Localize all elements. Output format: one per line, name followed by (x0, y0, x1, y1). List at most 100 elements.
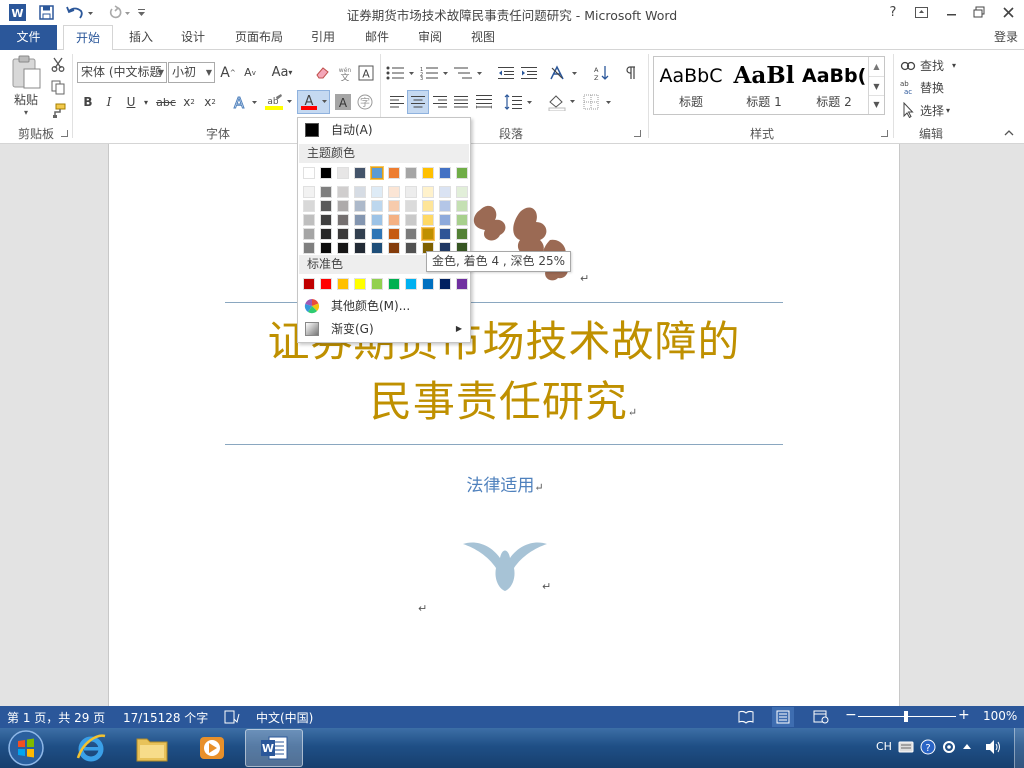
cut-button[interactable] (48, 54, 68, 74)
distributed-button[interactable] (473, 92, 495, 112)
theme-shade-swatch[interactable] (405, 200, 417, 212)
undo-icon[interactable] (64, 3, 94, 22)
theme-shade-swatch[interactable] (337, 186, 349, 198)
gallery-more-icon[interactable]: ▼ (869, 95, 884, 113)
theme-shade-swatch[interactable] (320, 242, 332, 254)
theme-shade-swatch[interactable] (337, 214, 349, 226)
theme-shade-swatch[interactable] (320, 186, 332, 198)
shading-button[interactable] (546, 92, 578, 112)
multilevel-list-button[interactable] (453, 62, 485, 83)
help-button[interactable]: ? (880, 2, 906, 22)
page-count[interactable]: 第 1 页，共 29 页 (7, 709, 105, 726)
show-formatting-marks-button[interactable] (622, 62, 642, 83)
word-count[interactable]: 17/15128 个字 (123, 709, 208, 726)
gradient-item[interactable]: 渐变(G) ▶ (298, 318, 470, 340)
theme-shade-swatch[interactable] (371, 186, 383, 198)
theme-color-swatch[interactable] (337, 167, 349, 179)
zoom-out-button[interactable]: − (845, 707, 857, 723)
theme-shade-swatch[interactable] (371, 242, 383, 254)
theme-shade-swatch[interactable] (439, 200, 451, 212)
bullets-button[interactable] (386, 62, 416, 83)
theme-shade-swatch[interactable] (354, 200, 366, 212)
standard-color-swatch[interactable] (303, 278, 315, 290)
keyboard-icon[interactable] (898, 740, 914, 754)
theme-shade-swatch[interactable] (371, 214, 383, 226)
clipboard-dialog-launcher[interactable] (61, 130, 68, 137)
character-shading-button[interactable]: A (333, 92, 353, 112)
tab-design[interactable]: 设计 (170, 25, 216, 50)
theme-shade-swatch[interactable] (303, 214, 315, 226)
web-layout-icon[interactable] (813, 710, 829, 724)
font-name-combo[interactable]: 宋体 (中文标题 ▼ (77, 62, 167, 83)
theme-shade-swatch[interactable] (371, 200, 383, 212)
theme-shade-swatch[interactable] (303, 186, 315, 198)
tab-home[interactable]: 开始 (63, 25, 113, 51)
more-colors-item[interactable]: 其他颜色(M)... (298, 295, 470, 317)
style-heading-2[interactable]: AaBb( 标题 2 (802, 57, 866, 114)
show-desktop-button[interactable] (1014, 728, 1024, 768)
zoom-in-button[interactable]: + (958, 707, 970, 723)
zoom-slider-thumb[interactable] (904, 711, 908, 722)
gallery-scroll-up-icon[interactable]: ▲ (869, 57, 884, 76)
align-right-button[interactable] (430, 92, 450, 112)
grow-font-button[interactable]: A ^ (218, 62, 238, 83)
text-highlight-button[interactable]: ab (262, 92, 294, 112)
help-tray-icon[interactable]: ? (920, 739, 936, 755)
theme-shade-swatch[interactable] (354, 186, 366, 198)
customize-quick-access-icon[interactable] (136, 3, 146, 22)
tab-review[interactable]: 审阅 (407, 25, 453, 50)
phonetic-guide-button[interactable]: wén 文 (334, 62, 356, 83)
tab-mailings[interactable]: 邮件 (354, 25, 400, 50)
close-button[interactable] (995, 2, 1021, 22)
read-mode-icon[interactable] (738, 710, 754, 724)
theme-shade-swatch[interactable] (439, 214, 451, 226)
automatic-color-item[interactable]: 自动(A) (298, 119, 470, 141)
theme-color-swatch[interactable] (354, 167, 366, 179)
theme-shade-swatch[interactable] (388, 242, 400, 254)
theme-shade-swatch[interactable] (337, 228, 349, 240)
theme-color-swatch[interactable] (388, 167, 400, 179)
theme-shade-swatch[interactable] (388, 228, 400, 240)
styles-dialog-launcher[interactable] (881, 130, 888, 137)
print-layout-button[interactable] (772, 707, 794, 727)
volume-icon[interactable] (984, 739, 1002, 755)
theme-shade-swatch[interactable] (405, 242, 417, 254)
minimize-button[interactable] (938, 2, 964, 22)
theme-color-swatch[interactable] (456, 167, 468, 179)
theme-shade-swatch[interactable] (388, 214, 400, 226)
standard-color-swatch[interactable] (388, 278, 400, 290)
theme-shade-swatch[interactable] (303, 200, 315, 212)
theme-shade-swatch[interactable] (337, 200, 349, 212)
sign-in-link[interactable]: 登录 (994, 25, 1018, 49)
tab-file[interactable]: 文件 (0, 25, 57, 50)
style-title[interactable]: AaBbC 标题 (656, 57, 726, 114)
paste-button[interactable]: 粘贴 ▾ (6, 54, 46, 118)
italic-button[interactable]: I (100, 92, 118, 112)
theme-color-swatch[interactable] (422, 167, 434, 179)
borders-button[interactable] (582, 92, 614, 112)
proofing-icon[interactable] (224, 710, 240, 724)
enclose-characters-button[interactable]: 字 (355, 92, 375, 112)
theme-shade-swatch[interactable] (388, 200, 400, 212)
theme-shade-swatch[interactable] (388, 186, 400, 198)
tab-page-layout[interactable]: 页面布局 (226, 25, 292, 50)
language-indicator[interactable]: 中文(中国) (256, 709, 313, 726)
format-painter-button[interactable] (48, 100, 68, 120)
style-heading-1[interactable]: AaBl 标题 1 (728, 57, 800, 114)
theme-shade-swatch[interactable] (456, 214, 468, 226)
word-app-icon[interactable]: W (7, 3, 27, 22)
collapse-ribbon-button[interactable] (1000, 126, 1018, 140)
taskbar-file-explorer[interactable] (124, 729, 180, 767)
theme-shade-swatch[interactable] (354, 228, 366, 240)
copy-button[interactable] (48, 77, 68, 97)
theme-shade-swatch[interactable] (422, 228, 434, 240)
theme-shade-swatch[interactable] (422, 214, 434, 226)
tab-view[interactable]: 视图 (460, 25, 506, 50)
taskbar-media-player[interactable] (184, 729, 240, 767)
sort-button[interactable]: AZ (590, 62, 612, 83)
ribbon-display-options-button[interactable] (908, 2, 934, 22)
superscript-button[interactable]: x2 (201, 92, 219, 112)
shrink-font-button[interactable]: Av (240, 62, 260, 83)
theme-shade-swatch[interactable] (320, 214, 332, 226)
taskbar-word[interactable]: W (245, 729, 303, 767)
